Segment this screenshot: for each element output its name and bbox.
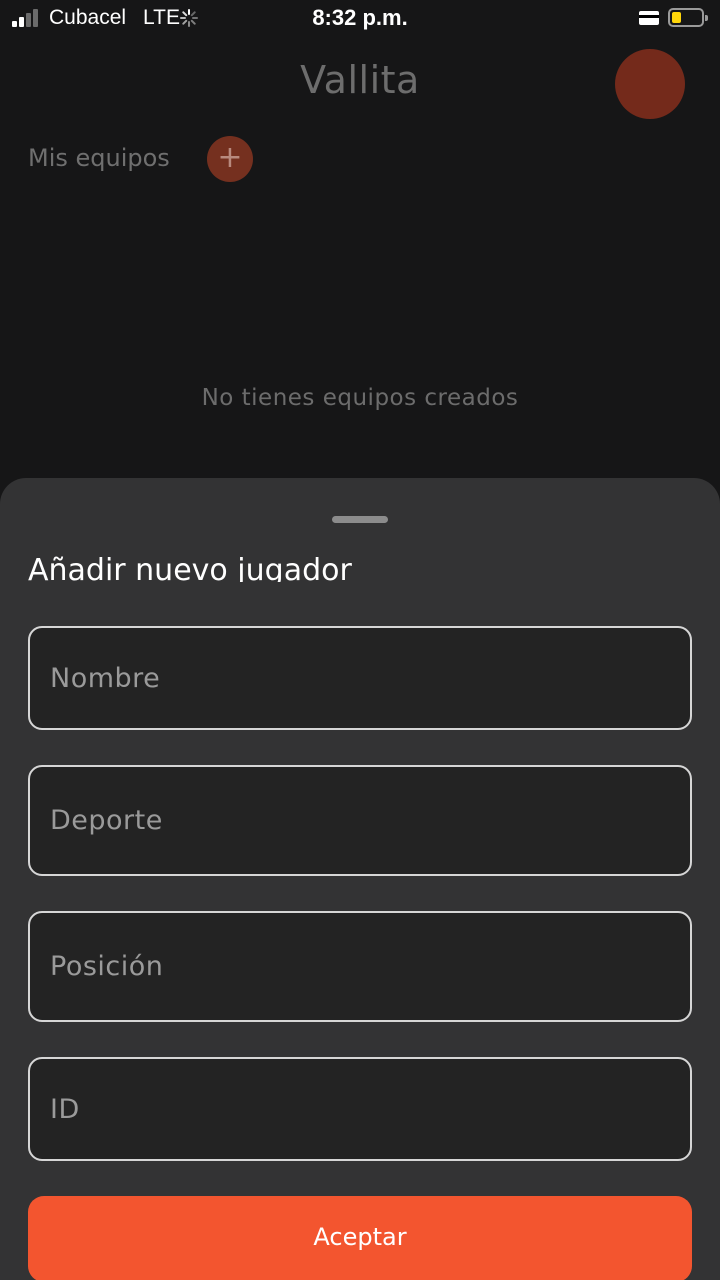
id-field[interactable] [28, 1057, 692, 1161]
battery-level [672, 12, 681, 23]
name-input[interactable] [30, 628, 690, 728]
empty-teams-message: No tienes equipos creados [201, 385, 519, 411]
sheet-drag-handle[interactable] [332, 516, 388, 523]
sheet-title: Añadir nuevo jugador [28, 553, 352, 582]
add-team-button[interactable]: + [207, 136, 253, 182]
profile-avatar[interactable] [615, 49, 685, 119]
sport-field[interactable] [28, 765, 692, 876]
app-title: Vallita [300, 58, 420, 102]
position-field[interactable] [28, 911, 692, 1022]
id-input[interactable] [30, 1059, 690, 1159]
status-time: 8:32 p.m. [312, 5, 408, 30]
wallet-card-icon [639, 11, 659, 25]
position-input[interactable] [30, 913, 690, 1020]
accept-button[interactable]: Aceptar [28, 1196, 692, 1280]
add-player-sheet: Añadir nuevo jugador Aceptar [0, 478, 720, 1280]
screen: Cubacel LTE 8:32 p.m. Vallita Mis equipo… [0, 0, 720, 1280]
name-field[interactable] [28, 626, 692, 730]
accept-button-label: Aceptar [313, 1223, 407, 1251]
my-teams-label: Mis equipos [28, 144, 170, 172]
status-bar: Cubacel LTE 8:32 p.m. [0, 0, 720, 38]
sport-input[interactable] [30, 767, 690, 874]
battery-icon [668, 8, 708, 27]
